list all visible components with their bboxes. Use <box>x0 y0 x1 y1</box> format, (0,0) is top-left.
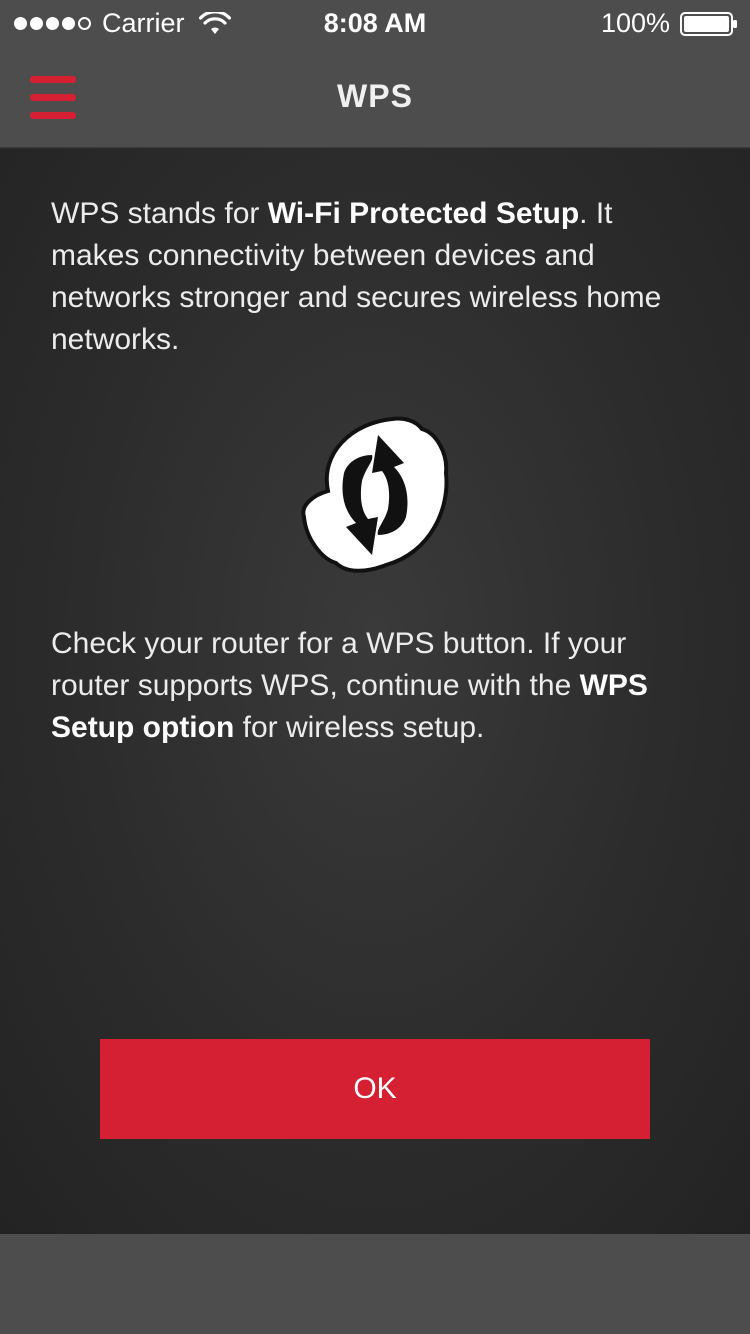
ok-button[interactable]: OK <box>100 1039 650 1139</box>
wps-description: WPS stands for Wi-Fi Protected Setup. It… <box>51 193 701 361</box>
page-title: WPS <box>337 78 413 114</box>
main-content: WPS stands for Wi-Fi Protected Setup. It… <box>0 149 750 1234</box>
wps-icon <box>301 416 449 573</box>
battery-icon <box>680 12 737 36</box>
bottom-bar <box>0 1234 750 1334</box>
battery-percentage: 100% <box>600 8 670 38</box>
wps-instruction: Check your router for a WPS button. If y… <box>51 623 701 749</box>
wps-description-bold: Wi-Fi Protected Setup <box>267 197 580 230</box>
status-bar: Carrier 8:08 AM 100% <box>0 0 750 48</box>
wps-instruction-text: for wireless setup. <box>234 711 485 744</box>
wps-description-text: WPS stands for <box>51 197 268 230</box>
navigation-bar: WPS <box>0 48 750 148</box>
wps-instruction-text: Check your router for a WPS button. If y… <box>51 627 627 702</box>
